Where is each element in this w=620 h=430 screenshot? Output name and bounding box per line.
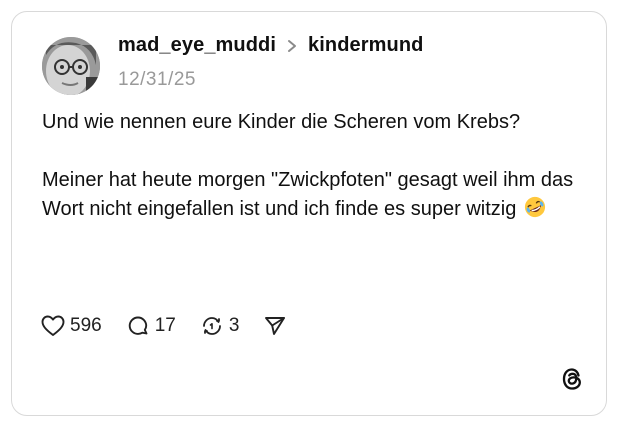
post-paragraph-2: Meiner hat heute morgen "Zwickpfoten" ge… [42,166,582,224]
chevron-right-icon [288,39,297,52]
rolling-on-floor-laughing-emoji [524,196,545,218]
author-name[interactable]: mad_eye_muddi [118,34,276,57]
threads-logo-icon[interactable] [559,366,585,392]
avatar[interactable] [42,37,100,95]
post-header: mad_eye_muddi kindermund [118,34,423,57]
post-card[interactable]: mad_eye_muddi kindermund 12/31/25 Und wi… [11,11,607,416]
comment-count: 17 [154,315,176,336]
comment-bubble-icon [128,316,148,335]
comment-button[interactable]: 17 [126,314,176,338]
send-icon [265,317,286,335]
repost-count: 3 [228,315,240,336]
repost-button[interactable]: 3 [200,314,240,338]
repost-icon [202,317,221,335]
heart-icon [41,315,65,336]
post-paragraph-2-text: Meiner hat heute morgen "Zwickpfoten" ge… [42,169,574,220]
like-count: 596 [70,315,102,336]
community-name[interactable]: kindermund [308,34,423,57]
post-date: 12/31/25 [118,69,196,90]
post-body: Und wie nennen eure Kinder die Scheren v… [42,108,582,224]
post-actions: 596 17 3 [41,314,311,338]
share-button[interactable] [263,314,287,338]
like-button[interactable]: 596 [41,315,102,337]
post-paragraph-1: Und wie nennen eure Kinder die Scheren v… [42,111,521,133]
